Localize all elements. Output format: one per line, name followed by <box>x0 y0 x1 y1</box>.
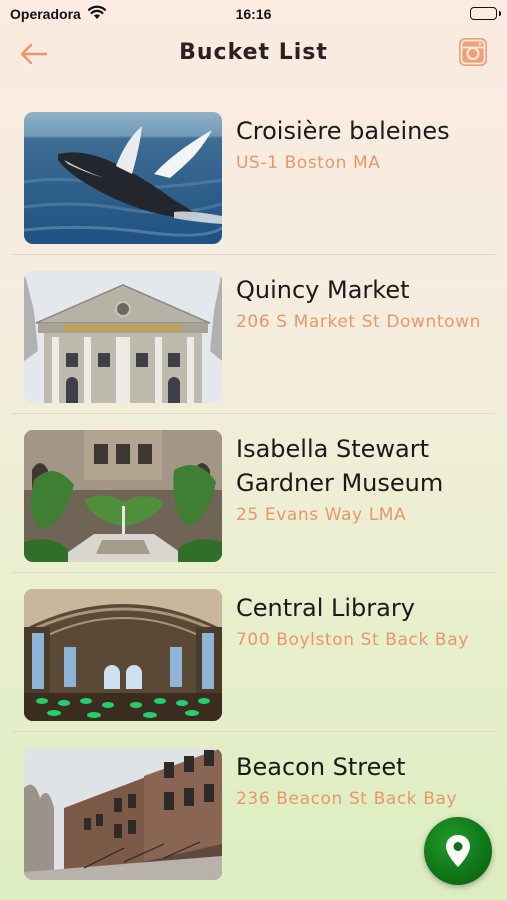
whale-photo <box>24 112 222 244</box>
quincy-market-photo <box>24 271 222 403</box>
instagram-icon <box>459 38 487 66</box>
place-address: US-1 Boston MA <box>236 153 381 173</box>
nav-bar: Bucket List <box>0 30 507 80</box>
map-pin-icon <box>446 835 470 867</box>
list-item[interactable]: Quincy Market 206 S Market St Downtown <box>12 255 495 414</box>
map-button[interactable] <box>424 817 492 885</box>
place-address: 236 Beacon St Back Bay <box>236 789 458 809</box>
place-address: 700 Boylston St Back Bay <box>236 630 469 650</box>
battery-icon <box>470 7 497 20</box>
place-name: Isabella Stewart Gardner Museum 25 Evans… <box>236 432 491 527</box>
place-name: Quincy Market 206 S Market St Downtown <box>236 273 491 334</box>
place-name: Central Library 700 Boylston St Back Bay <box>236 591 491 652</box>
place-name: Croisière baleines US-1 Boston MA <box>236 114 491 175</box>
page-title: Bucket List <box>179 40 328 65</box>
library-reading-room-photo <box>24 589 222 721</box>
beacon-street-photo <box>24 748 222 880</box>
list-item[interactable]: Central Library 700 Boylston St Back Bay <box>12 573 495 732</box>
place-address: 25 Evans Way LMA <box>236 505 407 525</box>
instagram-button[interactable] <box>458 37 488 67</box>
list-item[interactable]: Croisière baleines US-1 Boston MA <box>12 96 495 255</box>
status-bar: Operadora 16:16 <box>0 0 507 30</box>
gardner-courtyard-photo <box>24 430 222 562</box>
list-item[interactable]: Beacon Street 236 Beacon St Back Bay <box>12 732 495 891</box>
place-name: Beacon Street 236 Beacon St Back Bay <box>236 750 491 811</box>
clock: 16:16 <box>235 6 272 22</box>
list-item[interactable]: Isabella Stewart Gardner Museum 25 Evans… <box>12 414 495 573</box>
place-address: 206 S Market St Downtown <box>236 312 482 332</box>
bucket-list: Croisière baleines US-1 Boston MA Quincy… <box>12 96 495 891</box>
